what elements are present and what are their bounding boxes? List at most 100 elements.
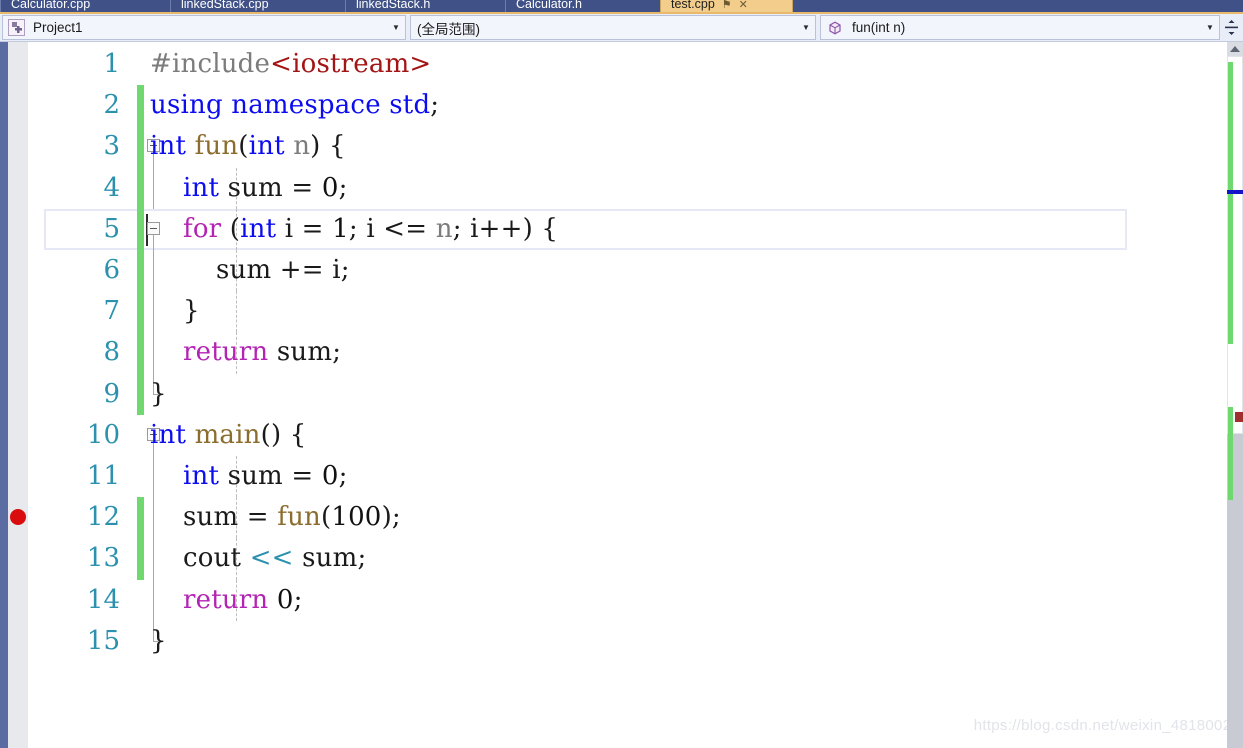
line-number: 11 [86, 461, 120, 491]
code-token: } [150, 625, 167, 656]
code-token: 0 [321, 461, 339, 491]
chevron-down-icon[interactable]: ▼ [797, 15, 815, 40]
code-token: int [150, 419, 187, 450]
code-line[interactable]: 7} [28, 291, 1227, 333]
fold-guide-line [153, 497, 154, 539]
changed-line-indicator [137, 538, 144, 580]
code-line[interactable]: 14 return 0; [28, 579, 1227, 621]
code-token: n [435, 213, 453, 244]
code-line[interactable]: 6 sum += i; [28, 250, 1227, 292]
code-token: fun [194, 131, 239, 162]
chevron-down-icon[interactable]: ▼ [1201, 15, 1219, 40]
scroll-up-button[interactable] [1227, 42, 1243, 56]
code-line[interactable]: 13 cout << sum; [28, 538, 1227, 580]
code-token: int [240, 213, 277, 244]
code-token: ; i++) { [452, 213, 559, 244]
scrollbar-change-marker [1228, 62, 1233, 344]
tab-label: test.cpp [671, 0, 715, 11]
code-token: int [248, 131, 285, 162]
line-number: 5 [103, 213, 120, 244]
split-view-icon[interactable] [1221, 16, 1241, 39]
code-token: ; [430, 90, 440, 121]
code-text[interactable]: int sum = 0; [183, 456, 348, 497]
code-line[interactable]: 1 #include<iostream> [28, 44, 1227, 85]
code-text[interactable]: } [150, 374, 167, 415]
code-token: } [150, 378, 167, 409]
code-text[interactable]: int fun(int n) { [150, 126, 346, 167]
fold-collapse-box[interactable] [147, 221, 160, 235]
close-icon[interactable]: ✕ [739, 0, 748, 11]
code-editor[interactable]: 1 #include<iostream> 2 using namespace std;… [0, 42, 1243, 748]
code-token: ; [293, 584, 303, 615]
line-number: 7 [103, 296, 120, 327]
code-token: fun [277, 502, 321, 533]
code-text[interactable]: int sum = 0; [183, 168, 348, 209]
code-text[interactable]: sum += i; [216, 250, 350, 291]
cpp-project-icon [8, 19, 25, 36]
code-token: 0 [321, 172, 339, 203]
fold-guide-line [153, 456, 154, 498]
scope-dropdown[interactable]: (全局范围) ▼ [410, 15, 816, 40]
indent-guide [236, 291, 237, 333]
fold-guide-line [153, 538, 154, 580]
code-text[interactable]: using namespace std; [150, 85, 439, 126]
code-token: ( [221, 213, 241, 244]
code-line[interactable]: 11 int sum = 0; [28, 456, 1227, 498]
scope-dropdown-value: (全局范围) [417, 21, 480, 37]
code-line[interactable]: 10 int main() { [28, 415, 1227, 456]
code-text[interactable]: int main() { [150, 415, 307, 456]
code-lines-container[interactable]: 1 #include<iostream> 2 using namespace std;… [28, 42, 1227, 748]
scrollbar-breakpoint-marker [1235, 412, 1243, 422]
code-token: 100 [331, 502, 382, 533]
changed-line-indicator [137, 126, 144, 168]
code-token: } [183, 296, 200, 327]
code-text[interactable]: #include<iostream> [150, 44, 431, 85]
code-token: 1 [332, 213, 349, 244]
code-line[interactable]: 8 return sum; [28, 332, 1227, 374]
fold-guide-line [153, 579, 154, 621]
code-text[interactable]: } [183, 291, 200, 332]
selection-margin [0, 42, 8, 748]
project-dropdown-value: Project1 [33, 20, 83, 35]
code-line[interactable]: 4 int sum = 0; [28, 167, 1227, 209]
breakpoint-gutter[interactable] [8, 42, 28, 748]
code-line[interactable]: 5 for (int i = 1; i <= n; i++) { [28, 208, 1227, 250]
changed-line-indicator [137, 373, 144, 415]
code-token: int [150, 131, 187, 162]
changed-line-indicator [137, 85, 144, 127]
code-text[interactable]: return sum; [183, 332, 341, 373]
code-line[interactable]: 15} [28, 620, 1227, 662]
pin-icon[interactable]: ⚑ [722, 0, 732, 11]
line-number: 3 [103, 131, 120, 162]
vertical-scrollbar[interactable] [1227, 42, 1243, 748]
code-token: ); [381, 502, 401, 533]
code-text[interactable]: sum = fun(100); [183, 497, 401, 538]
code-line[interactable]: 12 sum = fun(100); [28, 497, 1227, 539]
method-cube-icon [827, 20, 843, 36]
code-token: for [183, 213, 222, 244]
project-dropdown[interactable]: Project1 ▼ [2, 15, 406, 40]
changed-line-indicator [137, 291, 144, 333]
triangle-up-icon [1230, 46, 1240, 52]
scrollbar-cursor-marker [1227, 190, 1243, 194]
code-line[interactable]: 2 using namespace std; [28, 85, 1227, 127]
code-text[interactable]: cout << sum; [183, 538, 366, 579]
code-text[interactable]: return 0; [183, 580, 303, 621]
chevron-down-icon[interactable]: ▼ [387, 15, 405, 40]
code-token: <iostream> [270, 49, 432, 79]
code-line[interactable]: 3 int fun(int n) { [28, 126, 1227, 168]
line-number: 14 [86, 584, 120, 615]
code-token: main [194, 419, 261, 450]
changed-line-indicator [137, 208, 144, 250]
member-dropdown-value: fun(int n) [852, 20, 906, 35]
line-number: 8 [103, 337, 120, 368]
code-line[interactable]: 9} [28, 373, 1227, 415]
member-dropdown[interactable]: fun(int n) ▼ [820, 15, 1220, 40]
code-text[interactable]: for (int i = 1; i <= n; i++) { [183, 209, 558, 250]
code-text[interactable]: } [150, 621, 167, 662]
fold-guide-line [153, 250, 154, 292]
code-token: return [183, 337, 269, 368]
changed-line-indicator [137, 497, 144, 539]
